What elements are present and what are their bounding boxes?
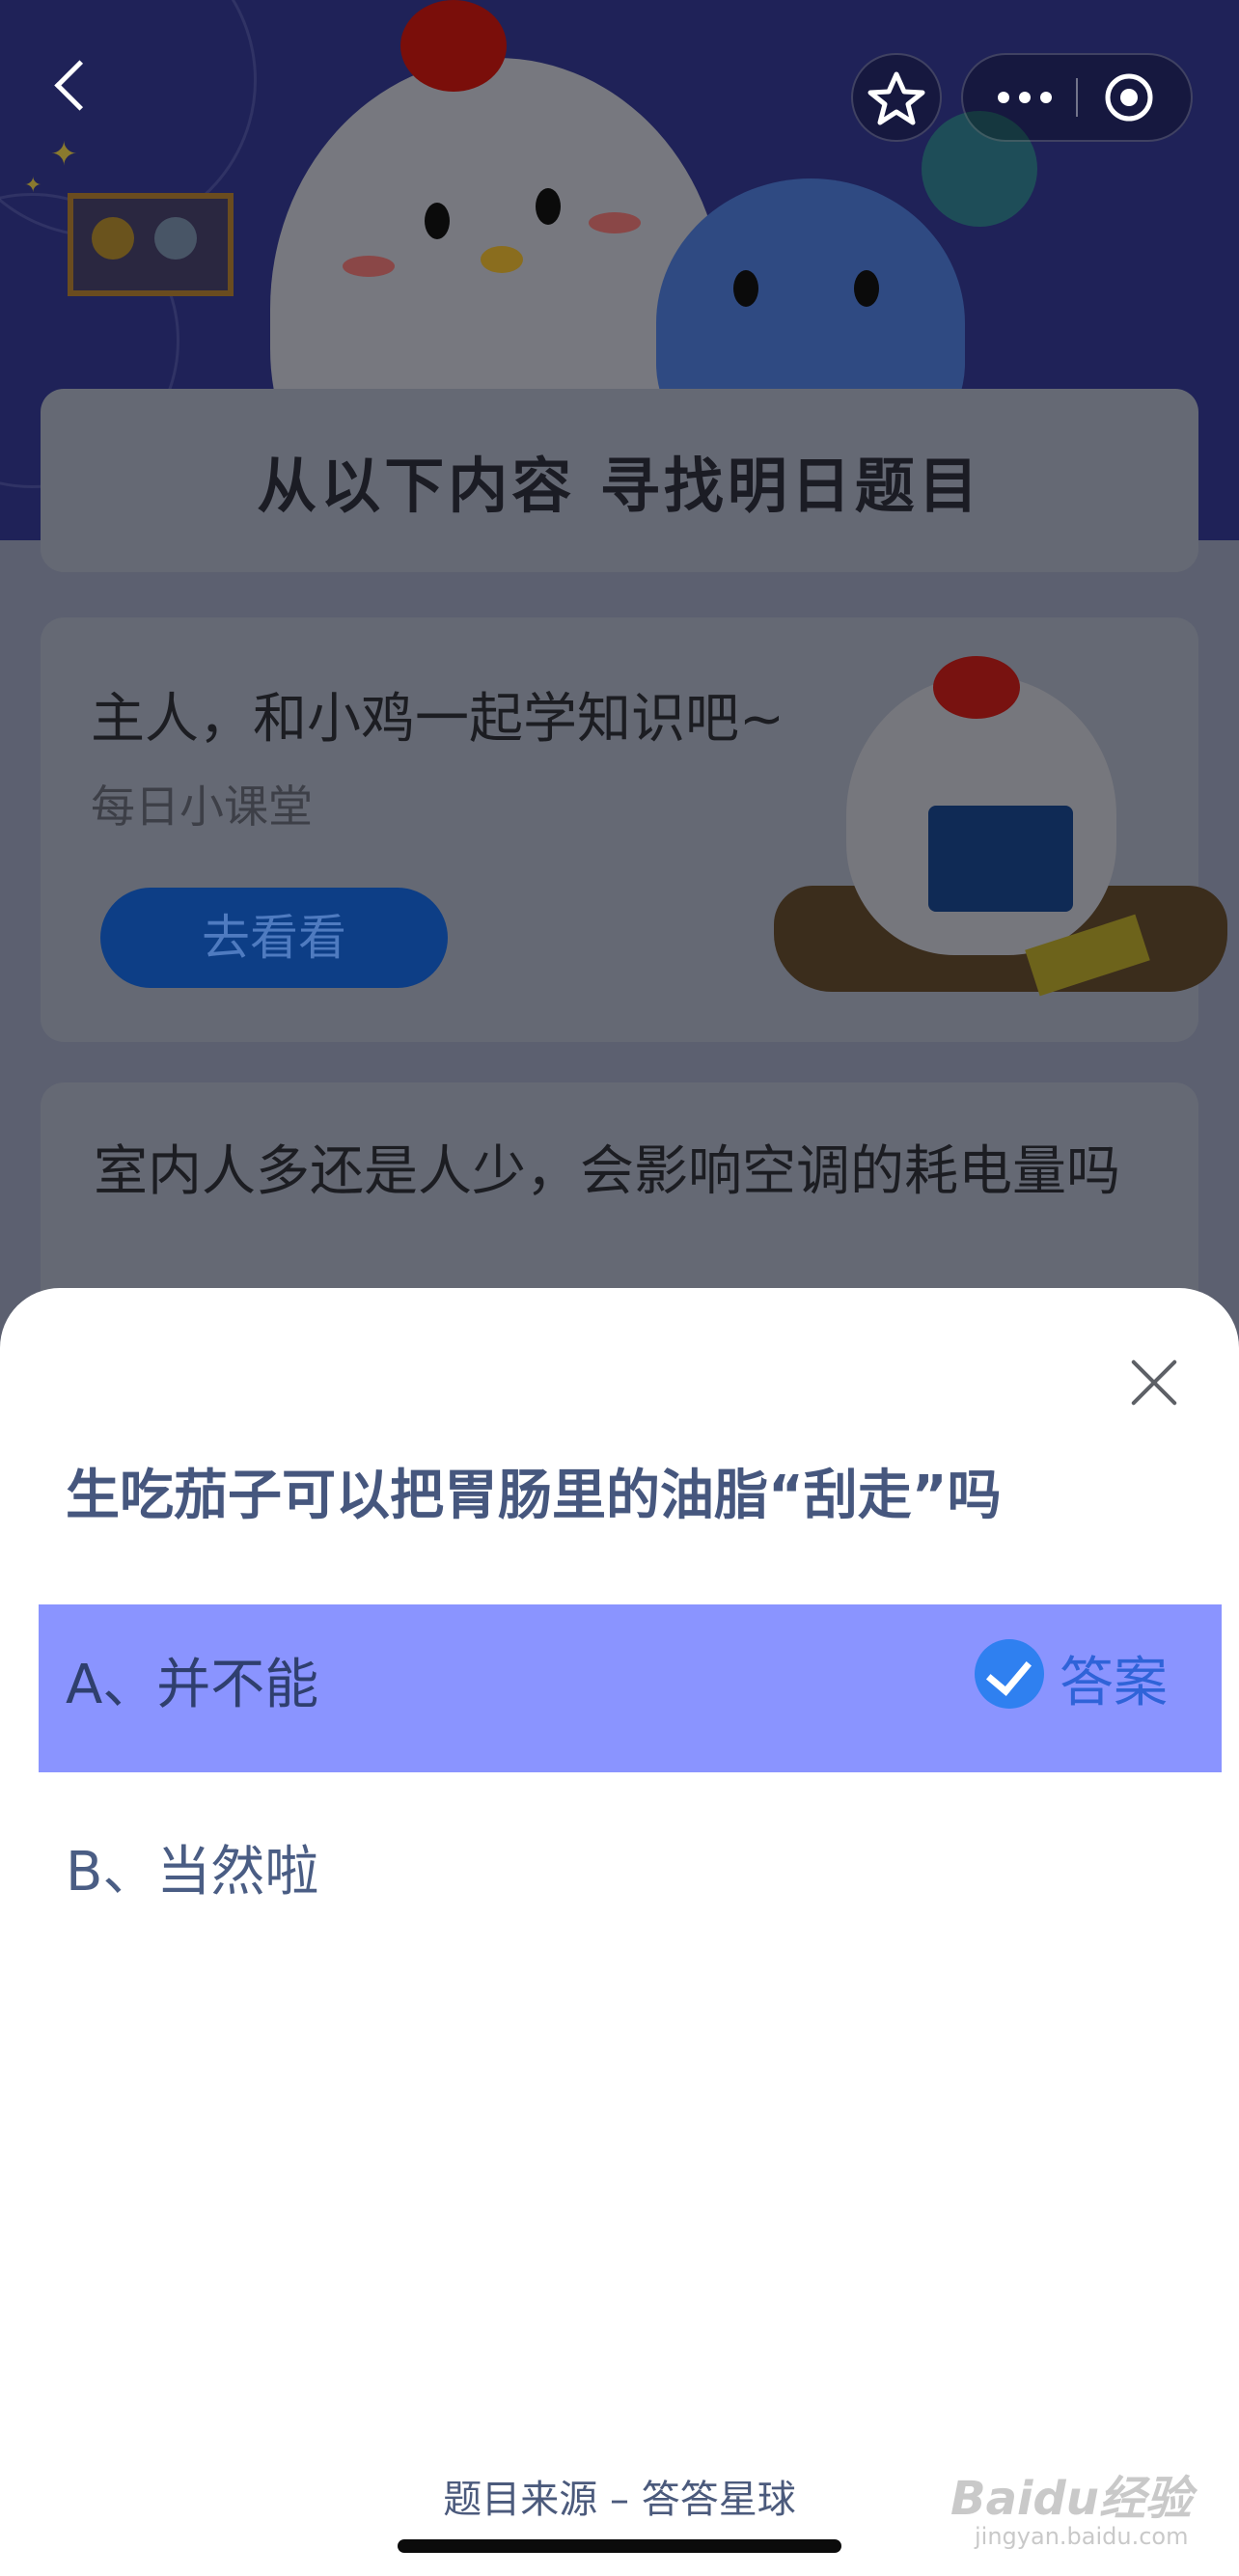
lesson-card-subtitle: 每日小课堂 [91, 781, 313, 833]
check-icon [975, 1639, 1044, 1709]
close-icon[interactable] [1119, 1349, 1189, 1418]
sheet-question: 生吃茄子可以把胃肠里的油脂“刮走”吗 [66, 1465, 1002, 1527]
home-indicator[interactable] [398, 2539, 841, 2553]
medal-icon [92, 217, 134, 260]
chicken-comb [933, 656, 1020, 719]
go-see-button[interactable]: 去看看 [100, 888, 448, 988]
answer-tag: 答案 [1060, 1652, 1168, 1714]
more-icon[interactable] [963, 55, 1191, 140]
lesson-card[interactable]: 主人，和小鸡一起学知识吧~ 每日小课堂 去看看 [41, 617, 1227, 1042]
chicken-cheek [589, 212, 641, 233]
banner-card: 从以下内容 寻找明日题目 [41, 389, 1198, 572]
watermark-logo: Baidu经验 [950, 2472, 1192, 2526]
option-b-label: B、当然啦 [66, 1841, 319, 1904]
alien-eye [854, 270, 879, 307]
lesson-card-title: 主人，和小鸡一起学知识吧~ [91, 688, 785, 751]
medal-icon [154, 217, 197, 260]
sparkle-icon: ✦ [50, 135, 78, 174]
banner-title: 从以下内容 寻找明日题目 [257, 451, 982, 521]
alien-eye [733, 270, 758, 307]
watermark-url: jingyan.baidu.com [975, 2523, 1189, 2550]
chicken-comb [400, 0, 507, 92]
chicken-cheek [343, 256, 395, 277]
chicken-eye [425, 203, 450, 239]
favorite-button[interactable] [851, 53, 942, 142]
option-a-label: A、并不能 [66, 1654, 319, 1716]
capsule-menu[interactable] [961, 53, 1193, 142]
chicken-eye [536, 188, 561, 225]
chicken-beak [481, 246, 523, 273]
background-page: ✦ ✦ 从以下内容 寻找明日题目 主人，和小鸡一起学知识吧~ 每日小课堂 去看看… [0, 0, 1239, 1351]
star-icon [867, 71, 925, 125]
book-illustration [928, 806, 1073, 912]
question-card-text: 室内人多还是人少，会影响空调的耗电量吗 [94, 1140, 1120, 1203]
sparkle-icon: ✦ [24, 174, 42, 198]
option-b[interactable]: B、当然啦 [39, 1819, 1222, 1925]
option-a[interactable]: A、并不能 答案 [39, 1604, 1222, 1772]
